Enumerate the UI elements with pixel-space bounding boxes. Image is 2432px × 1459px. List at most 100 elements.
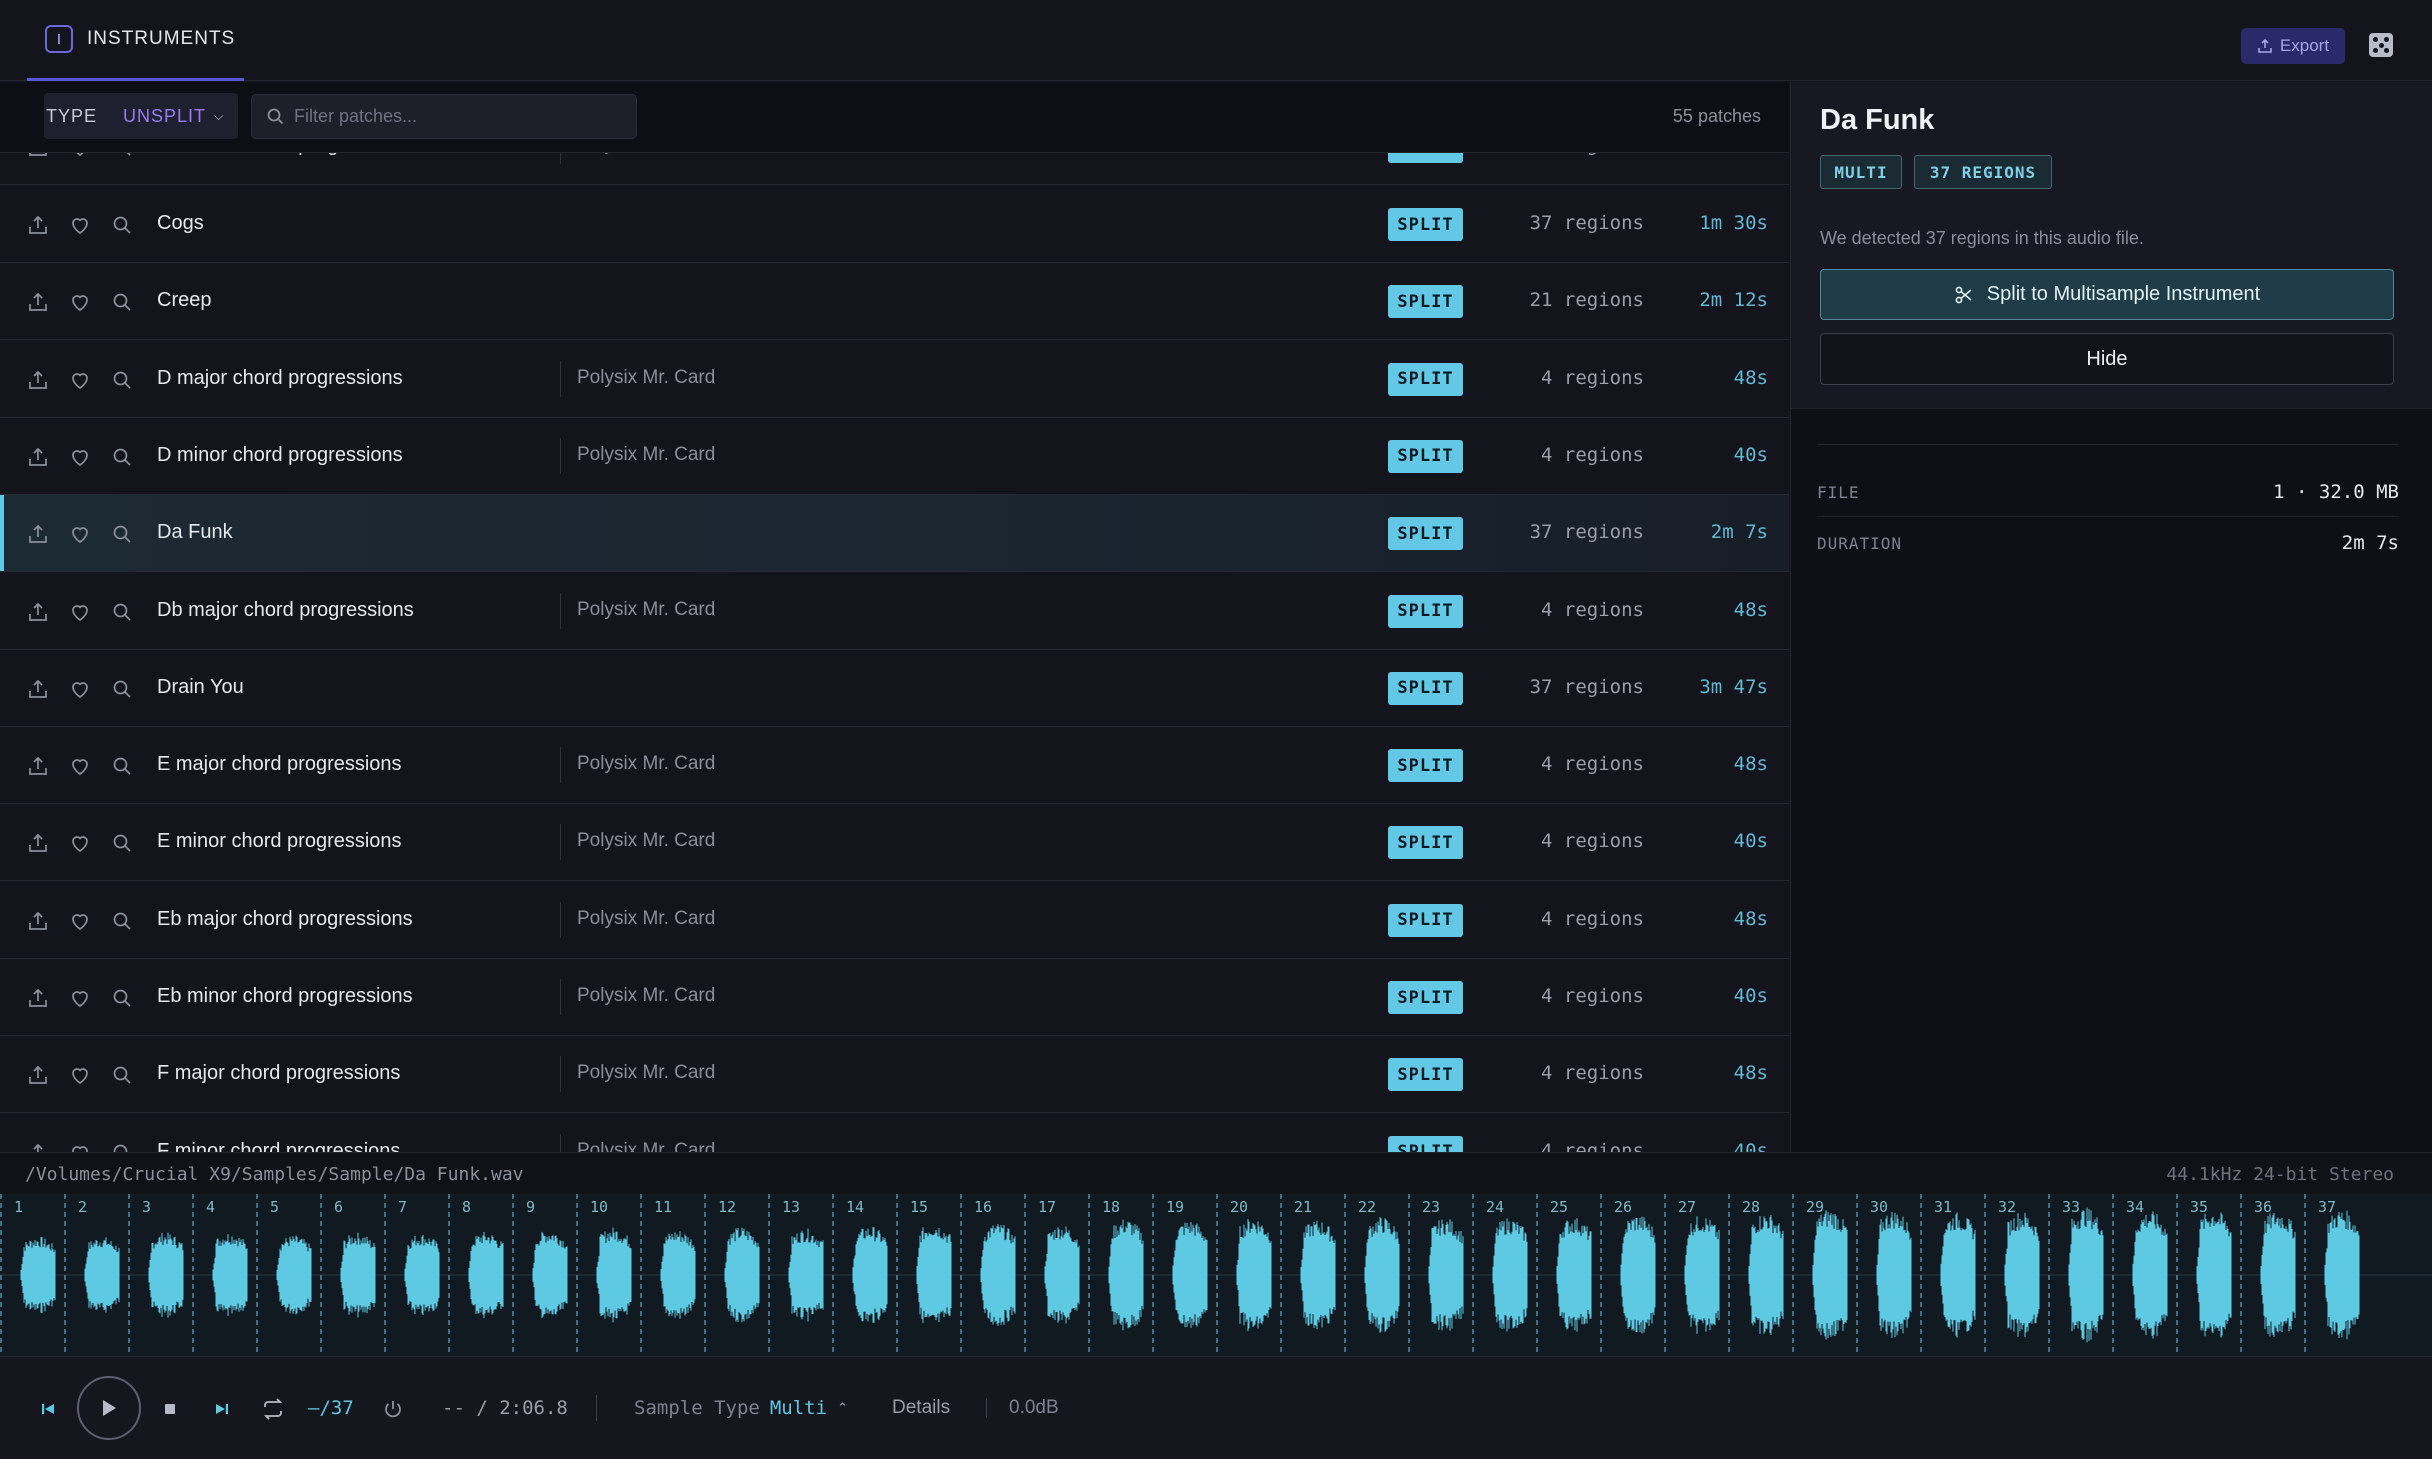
upload-icon[interactable]	[27, 832, 49, 854]
upload-icon[interactable]	[27, 601, 49, 623]
divider	[560, 824, 561, 861]
skip-back-icon[interactable]	[38, 1399, 58, 1419]
split-badge: SPLIT	[1388, 594, 1463, 628]
upload-icon[interactable]	[27, 910, 49, 932]
region-waveform	[1364, 1217, 1400, 1333]
search-icon[interactable]	[111, 987, 133, 1009]
region-waveform	[596, 1227, 632, 1323]
search-icon[interactable]	[111, 369, 133, 391]
sample-type-dropdown[interactable]: Sample Type Multi ⌃	[634, 1397, 848, 1419]
search-icon[interactable]	[111, 291, 133, 313]
patch-name: Eb minor chord progressions	[157, 985, 413, 1007]
upload-icon[interactable]	[27, 446, 49, 468]
search-icon[interactable]	[111, 601, 133, 623]
upload-icon[interactable]	[27, 755, 49, 777]
list-row[interactable]: Drain You SPLIT 37 regions 3m 47s	[0, 650, 1789, 727]
patch-name: Da Funk	[157, 521, 233, 544]
hide-button[interactable]: Hide	[1820, 333, 2394, 385]
split-badge: SPLIT	[1388, 362, 1463, 396]
split-badge: SPLIT	[1388, 826, 1463, 860]
search-input[interactable]	[294, 106, 614, 127]
skip-forward-icon[interactable]	[212, 1399, 232, 1419]
patch-duration: 40s	[1734, 153, 1768, 156]
search-icon[interactable]	[111, 832, 133, 854]
heart-icon[interactable]	[69, 1142, 91, 1152]
list-row[interactable]: Db major chord progressions Polysix Mr. C…	[0, 573, 1789, 650]
list-row[interactable]: Da Funk SPLIT 37 regions 2m 7s	[0, 495, 1789, 573]
split-badge: SPLIT	[1388, 1135, 1463, 1152]
details-button[interactable]: Details	[892, 1397, 950, 1419]
heart-icon[interactable]	[69, 369, 91, 391]
play-icon	[103, 1400, 116, 1416]
heart-icon[interactable]	[69, 291, 91, 313]
heart-icon[interactable]	[69, 446, 91, 468]
power-icon[interactable]	[381, 1397, 405, 1421]
loop-icon[interactable]	[260, 1397, 286, 1421]
export-button[interactable]: Export	[2241, 28, 2345, 64]
heart-icon[interactable]	[69, 910, 91, 932]
patch-duration: 48s	[1733, 598, 1768, 621]
patch-count: 55 patches	[1672, 106, 1761, 126]
type-filter-dropdown[interactable]: TYPE UNSPLIT ⌵	[44, 93, 238, 139]
list-row[interactable]: D major chord progressions Polysix Mr. Ca…	[0, 341, 1789, 418]
search-icon[interactable]	[111, 678, 133, 700]
stop-icon[interactable]	[160, 1399, 180, 1419]
patch-name: F minor chord progressions	[157, 1139, 401, 1152]
patch-name: Drain You	[157, 675, 244, 698]
search-icon[interactable]	[111, 910, 133, 932]
heart-icon[interactable]	[69, 601, 91, 623]
split-button[interactable]: Split to Multisample Instrument	[1820, 269, 2394, 320]
heart-icon[interactable]	[69, 987, 91, 1009]
upload-icon[interactable]	[27, 291, 49, 313]
upload-icon[interactable]	[27, 369, 49, 391]
region-label: 14	[846, 1198, 864, 1216]
upload-icon[interactable]	[27, 1064, 49, 1086]
heart-icon[interactable]	[69, 678, 91, 700]
upload-icon[interactable]	[27, 678, 49, 700]
divider	[560, 1056, 561, 1093]
search-box[interactable]	[251, 94, 637, 139]
upload-icon[interactable]	[27, 1142, 49, 1152]
heart-icon[interactable]	[69, 755, 91, 777]
list-row[interactable]: Eb minor chord progressions Polysix Mr. C…	[0, 959, 1789, 1036]
divider	[560, 901, 561, 938]
search-icon[interactable]	[111, 523, 133, 545]
search-icon[interactable]	[111, 214, 133, 236]
search-icon[interactable]	[111, 153, 133, 158]
heart-icon[interactable]	[69, 523, 91, 545]
region-waveform	[1748, 1215, 1784, 1335]
list-row[interactable]: F minor chord progressions Polysix Mr. Ca…	[0, 1114, 1789, 1152]
dice-icon[interactable]	[2369, 33, 2393, 57]
list-row[interactable]: D minor chord progressions Polysix Mr. Ca…	[0, 418, 1789, 495]
heart-icon[interactable]	[69, 214, 91, 236]
list-row[interactable]: E major chord progressions Polysix Mr. Ca…	[0, 727, 1789, 805]
tab-instruments[interactable]: I INSTRUMENTS	[27, 0, 244, 81]
list-row[interactable]: F major chord progressions Polysix Mr. Ca…	[0, 1036, 1789, 1114]
upload-icon[interactable]	[27, 153, 49, 158]
patch-name: E minor chord progressions	[157, 830, 402, 853]
heart-icon[interactable]	[69, 1064, 91, 1086]
list-row[interactable]: Bb minor chord progressions Polysix Mr. C…	[0, 153, 1789, 185]
heart-icon[interactable]	[69, 832, 91, 854]
divider	[596, 1395, 597, 1421]
list-row[interactable]: Cogs SPLIT 37 regions 1m 30s	[0, 186, 1789, 263]
upload-icon[interactable]	[27, 523, 49, 545]
patch-author: Polysix Mr. Card	[577, 366, 716, 388]
region-label: 23	[1422, 1198, 1440, 1216]
split-badge: SPLIT	[1388, 1058, 1463, 1092]
export-label: Export	[2279, 36, 2330, 55]
waveform-display[interactable]: 1 2 3 4 5 6 7 8 9 10 11 12 13 14 15 16 17 18 19 20 21 22 23 24 2…	[0, 1194, 2432, 1357]
search-icon[interactable]	[111, 755, 133, 777]
play-button[interactable]	[77, 1376, 141, 1440]
list-row[interactable]: Creep SPLIT 21 regions 2m 12s	[0, 263, 1789, 341]
audio-format: 44.1kHz 24-bit Stereo	[2166, 1164, 2394, 1185]
list-row[interactable]: Eb major chord progressions Polysix Mr. C…	[0, 882, 1789, 959]
heart-icon[interactable]	[69, 153, 91, 158]
upload-icon[interactable]	[27, 987, 49, 1009]
list-row[interactable]: E minor chord progressions Polysix Mr. Ca…	[0, 804, 1789, 882]
search-icon[interactable]	[111, 446, 133, 468]
upload-icon[interactable]	[27, 214, 49, 236]
search-icon[interactable]	[111, 1142, 133, 1152]
patch-duration: 48s	[1733, 907, 1768, 930]
search-icon[interactable]	[111, 1064, 133, 1086]
